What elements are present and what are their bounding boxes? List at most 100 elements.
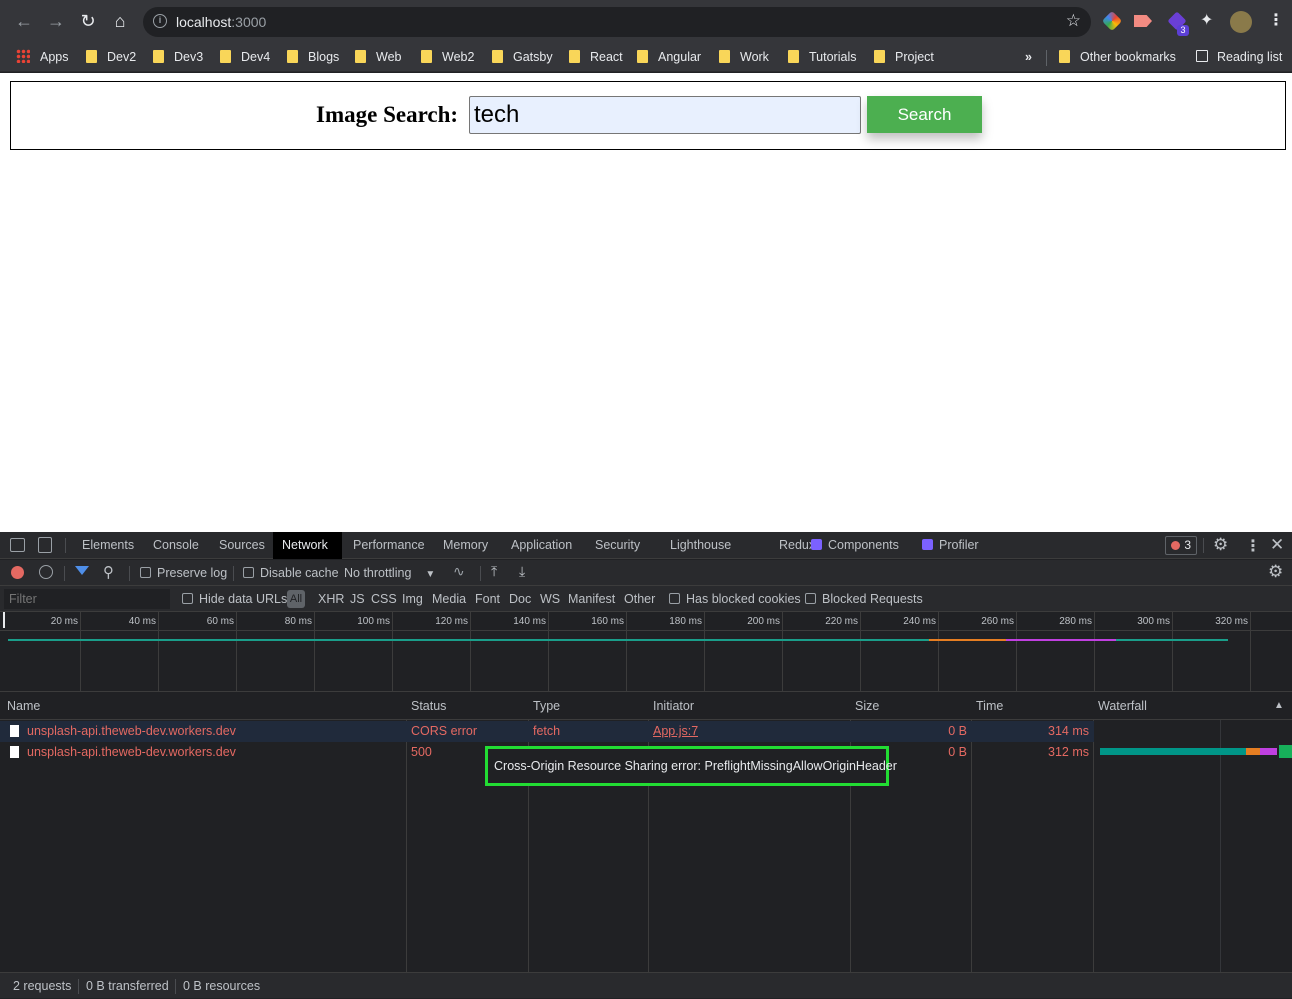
filter-media[interactable]: Media — [432, 586, 466, 612]
column-type[interactable]: Type — [533, 692, 560, 720]
bookmark-project[interactable]: Project — [874, 47, 934, 67]
react-icon — [811, 539, 822, 550]
tab-profiler[interactable]: Profiler — [913, 532, 988, 559]
url-text[interactable]: localhost:3000 — [176, 14, 266, 30]
filter-js[interactable]: JS — [350, 586, 365, 612]
page-viewport: Image Search: Search — [0, 73, 1292, 532]
tab-sources[interactable]: Sources — [210, 532, 274, 559]
timeline-label: 280 ms — [1059, 616, 1092, 627]
tab-components[interactable]: Components — [802, 532, 908, 559]
back-icon[interactable]: ← — [12, 9, 36, 33]
import-har-icon[interactable]: ⤒ — [491, 563, 497, 580]
filter-manifest[interactable]: Manifest — [568, 586, 615, 612]
bookmark-react[interactable]: React — [569, 47, 623, 67]
filter-icon[interactable] — [75, 566, 89, 575]
sort-ascending-icon[interactable]: ▲ — [1274, 692, 1284, 720]
arrow-extension-icon[interactable] — [1134, 15, 1152, 27]
tab-elements[interactable]: Elements — [73, 532, 143, 559]
search-icon[interactable]: ⚲ — [103, 563, 114, 581]
bookmark-web2[interactable]: Web2 — [421, 47, 474, 67]
network-toolbar: ⚲ Preserve log Disable cache No throttli… — [0, 560, 1292, 586]
bookmark-gatsby[interactable]: Gatsby — [492, 47, 553, 67]
column-waterfall[interactable]: Waterfall — [1098, 692, 1147, 720]
filter-xhr[interactable]: XHR — [318, 586, 344, 612]
react-icon — [922, 539, 933, 550]
close-devtools-icon[interactable]: ✕ — [1270, 535, 1284, 555]
column-initiator[interactable]: Initiator — [653, 692, 694, 720]
column-name[interactable]: Name — [7, 692, 40, 720]
network-conditions-icon[interactable]: ∿ — [453, 563, 465, 580]
clear-icon[interactable] — [39, 565, 53, 579]
timeline-tick — [392, 612, 393, 692]
tab-application[interactable]: Application — [502, 532, 581, 559]
preserve-log-checkbox[interactable]: Preserve log — [140, 560, 227, 586]
tab-network[interactable]: Network — [273, 532, 342, 559]
address-bar[interactable]: i localhost:3000 ☆ — [143, 7, 1091, 37]
disable-cache-checkbox[interactable]: Disable cache — [243, 560, 339, 586]
search-button[interactable]: Search — [867, 96, 982, 133]
bookmarks-overflow-icon[interactable]: » — [1025, 47, 1032, 67]
timeline-handle-left[interactable] — [3, 612, 5, 628]
column-size[interactable]: Size — [855, 692, 879, 720]
toolbar-divider — [480, 566, 481, 581]
bookmark-dev4[interactable]: Dev4 — [220, 47, 270, 67]
blocked-requests-checkbox[interactable]: Blocked Requests — [805, 586, 923, 612]
forward-icon[interactable]: → — [44, 9, 68, 33]
tab-memory[interactable]: Memory — [434, 532, 497, 559]
filter-css[interactable]: CSS — [371, 586, 397, 612]
search-input[interactable] — [469, 96, 861, 134]
export-har-icon[interactable]: ⤓ — [519, 563, 525, 580]
waterfall-bar-waiting — [1100, 748, 1246, 755]
column-time[interactable]: Time — [976, 692, 1003, 720]
home-icon[interactable]: ⌂ — [108, 9, 132, 33]
table-row[interactable]: unsplash-api.theweb-dev.workers.dev CORS… — [0, 721, 1094, 742]
device-toolbar-icon[interactable] — [38, 537, 52, 553]
timeline-axis — [0, 630, 1292, 631]
reload-icon[interactable]: ↻ — [76, 9, 100, 33]
bookmark-dev2[interactable]: Dev2 — [86, 47, 136, 67]
tab-console[interactable]: Console — [144, 532, 208, 559]
tab-performance[interactable]: Performance — [344, 532, 434, 559]
filter-img[interactable]: Img — [402, 586, 423, 612]
request-name: unsplash-api.theweb-dev.workers.dev — [10, 721, 404, 742]
color-extension-icon[interactable] — [1101, 10, 1123, 32]
bookmark-dev3[interactable]: Dev3 — [153, 47, 203, 67]
filter-doc[interactable]: Doc — [509, 586, 531, 612]
site-info-icon[interactable]: i — [153, 14, 167, 28]
menu-kebab-icon[interactable]: ⋮ — [1268, 10, 1284, 30]
resources-size: 0 B resources — [183, 979, 261, 993]
chevron-down-icon: ▼ — [425, 569, 436, 580]
filter-all-button[interactable]: All — [287, 590, 305, 608]
error-counter[interactable]: 3 — [1165, 536, 1197, 555]
filter-other[interactable]: Other — [624, 586, 655, 612]
tab-security[interactable]: Security — [586, 532, 649, 559]
puzzle-icon[interactable]: ✦ — [1200, 10, 1213, 30]
more-options-icon[interactable]: ⋮ — [1245, 536, 1261, 556]
bookmark-blogs[interactable]: Blogs — [287, 47, 339, 67]
overview-bar-waiting — [8, 639, 929, 641]
timeline-tick — [1016, 612, 1017, 692]
request-initiator-link[interactable]: App.js:7 — [653, 721, 698, 742]
network-settings-gear-icon[interactable]: ⚙ — [1268, 562, 1283, 582]
filter-input[interactable] — [4, 589, 170, 609]
bookmark-apps[interactable]: Apps — [16, 47, 69, 67]
has-blocked-cookies-checkbox[interactable]: Has blocked cookies — [669, 586, 801, 612]
hide-data-urls-checkbox[interactable]: Hide data URLs — [182, 586, 287, 612]
record-icon[interactable] — [11, 566, 24, 579]
reading-list[interactable]: Reading list — [1196, 47, 1282, 67]
avatar[interactable] — [1230, 11, 1252, 33]
throttling-select[interactable]: No throttling ▼ — [344, 560, 435, 586]
bookmark-tutorials[interactable]: Tutorials — [788, 47, 856, 67]
tab-lighthouse[interactable]: Lighthouse — [661, 532, 740, 559]
other-bookmarks[interactable]: Other bookmarks — [1059, 47, 1176, 67]
filter-font[interactable]: Font — [475, 586, 500, 612]
bookmark-web[interactable]: Web — [355, 47, 401, 67]
inspect-element-icon[interactable] — [10, 538, 25, 552]
bookmark-work[interactable]: Work — [719, 47, 769, 67]
column-status[interactable]: Status — [411, 692, 446, 720]
timeline-overview[interactable]: 20 ms 40 ms 60 ms 80 ms 100 ms 120 ms 14… — [0, 612, 1292, 692]
bookmark-star-icon[interactable]: ☆ — [1066, 11, 1081, 31]
filter-ws[interactable]: WS — [540, 586, 560, 612]
bookmark-angular[interactable]: Angular — [637, 47, 701, 67]
settings-gear-icon[interactable]: ⚙ — [1213, 535, 1228, 555]
